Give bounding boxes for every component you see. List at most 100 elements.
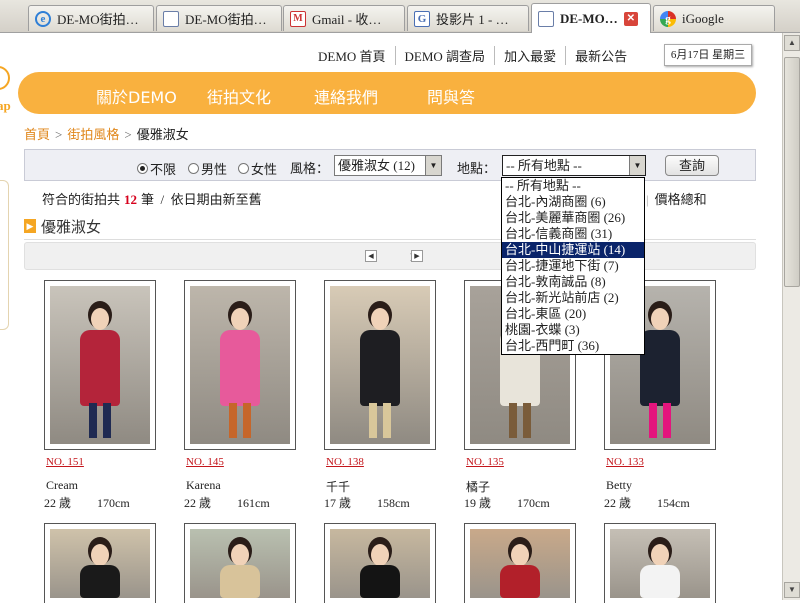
photo-scene <box>330 529 430 598</box>
card-number-link[interactable]: NO. 138 <box>326 456 364 468</box>
card-number-link[interactable]: NO. 145 <box>186 456 224 468</box>
vertical-scrollbar[interactable]: ▲ ▼ <box>782 33 800 600</box>
card-age: 22 歲 <box>604 496 632 510</box>
radio-icon[interactable] <box>238 163 249 174</box>
photo-scene <box>610 529 710 598</box>
location-option[interactable]: 台北-中山捷運站 (14) <box>502 242 644 258</box>
street-photo[interactable] <box>44 523 156 603</box>
location-option[interactable]: 桃園-衣蝶 (3) <box>502 322 644 338</box>
street-photo[interactable] <box>324 280 436 450</box>
photo-scene <box>330 286 430 444</box>
sort-price-label[interactable]: 價格總和 <box>655 192 707 207</box>
date-box: 6月17日 星期三 <box>664 44 752 66</box>
photo-scene <box>50 529 150 598</box>
query-button[interactable]: 查詢 <box>665 155 719 176</box>
location-option[interactable]: 台北-東區 (20) <box>502 306 644 322</box>
photo-scene <box>190 529 290 598</box>
scroll-up-icon[interactable]: ▲ <box>784 35 800 51</box>
location-option[interactable]: 台北-內湖商圈 (6) <box>502 194 644 210</box>
sort-option-price[interactable]: | 價格總和 <box>646 189 707 208</box>
person-outfit <box>360 330 400 407</box>
browser-tab[interactable]: G 投影片 1 - … <box>407 5 529 31</box>
street-photo[interactable] <box>44 280 156 450</box>
street-photo[interactable] <box>184 523 296 603</box>
card-name: 千千 <box>326 480 351 494</box>
card-number-link[interactable]: NO. 135 <box>466 456 504 468</box>
prev-page-icon[interactable]: ◀ <box>365 250 377 262</box>
next-page-icon[interactable]: ▶ <box>411 250 423 262</box>
breadcrumb-category[interactable]: 街拍風格 <box>67 127 119 142</box>
person-outfit <box>500 564 540 598</box>
person-legs <box>369 402 391 438</box>
card-name: Betty <box>606 478 632 492</box>
card-number-link[interactable]: NO. 133 <box>606 456 644 468</box>
location-option[interactable]: 台北-敦南誠品 (8) <box>502 274 644 290</box>
nav-street-culture[interactable]: 街拍文化 <box>207 84 271 108</box>
chevron-down-icon[interactable]: ▼ <box>425 156 441 175</box>
gmail-icon: M <box>290 10 306 27</box>
scrollbar-thumb[interactable] <box>784 57 800 287</box>
card-age: 17 歲 <box>324 496 352 510</box>
street-photo[interactable] <box>464 523 576 603</box>
breadcrumb-home[interactable]: 首頁 <box>24 127 50 142</box>
nav-about[interactable]: 關於DEMO <box>96 84 177 108</box>
location-option[interactable]: 台北-新光站前店 (2) <box>502 290 644 306</box>
left-logo-fragment: ap <box>0 60 12 600</box>
document-icon <box>538 10 554 27</box>
location-select[interactable]: -- 所有地點 -- ▼ <box>502 155 646 176</box>
card-info: 22 歲 161cm <box>184 494 270 511</box>
scroll-down-icon[interactable]: ▼ <box>784 582 800 598</box>
results-slash: / <box>160 192 165 207</box>
person-legs <box>229 402 251 438</box>
browser-tab[interactable]: M Gmail - 收… <box>283 5 405 31</box>
location-option[interactable]: 台北-美麗華商圈 (26) <box>502 210 644 226</box>
top-link-announcements[interactable]: 最新公告 <box>566 46 636 65</box>
breadcrumb-separator: > <box>124 127 132 142</box>
browser-tab-label: DE-MO街拍… <box>57 12 139 27</box>
nav-contact[interactable]: 連絡我們 <box>314 84 378 108</box>
card-name: 橘子 <box>466 480 491 494</box>
card-number-link[interactable]: NO. 151 <box>46 456 84 468</box>
person-outfit <box>640 330 680 407</box>
street-photo[interactable] <box>324 523 436 603</box>
person-head <box>651 308 669 331</box>
gender-radio-female[interactable]: 女性 <box>238 159 277 178</box>
style-select[interactable]: 優雅淑女 (12) ▼ <box>334 155 442 176</box>
person-legs <box>509 402 531 438</box>
location-option[interactable]: -- 所有地點 -- <box>502 178 644 194</box>
browser-tab[interactable]: g iGoogle <box>653 5 775 31</box>
browser-tab-label: DE-MO街拍… <box>185 12 267 27</box>
arrow-right-icon: ▶ <box>24 219 36 233</box>
breadcrumb: 首頁 > 街拍風格 > 優雅淑女 <box>24 124 189 143</box>
section-title: 優雅淑女 <box>41 220 102 236</box>
top-link-home[interactable]: DEMO 首頁 <box>318 46 396 65</box>
radio-icon[interactable] <box>137 163 148 174</box>
gender-radio-any[interactable]: 不限 <box>137 159 176 178</box>
gender-radio-male[interactable]: 男性 <box>188 159 227 178</box>
person-outfit <box>220 330 260 407</box>
radio-icon[interactable] <box>188 163 199 174</box>
location-option[interactable]: 台北-西門町 (36) <box>502 338 644 354</box>
radio-label: 女性 <box>251 162 278 177</box>
street-photo[interactable] <box>184 280 296 450</box>
person-outfit <box>360 564 400 598</box>
location-option[interactable]: 台北-信義商圈 (31) <box>502 226 644 242</box>
sort-order[interactable]: 依日期由新至舊 <box>171 192 262 207</box>
photo-scene <box>50 286 150 444</box>
location-option[interactable]: 台北-捷運地下街 (7) <box>502 258 644 274</box>
close-tab-icon[interactable]: ✕ <box>623 11 638 26</box>
top-link-investigation[interactable]: DEMO 調查局 <box>396 46 496 65</box>
card-age: 22 歲 <box>184 496 212 510</box>
browser-tab-active[interactable]: DE-MO… ✕ <box>531 3 651 33</box>
style-label: 風格： <box>290 161 330 176</box>
street-photo[interactable] <box>604 523 716 603</box>
browser-tab[interactable]: DE-MO街拍… <box>156 5 282 31</box>
card-name: Karena <box>186 478 221 492</box>
radio-label: 男性 <box>201 162 228 177</box>
chevron-down-icon[interactable]: ▼ <box>629 156 645 175</box>
nav-faq[interactable]: 問與答 <box>427 84 475 108</box>
top-link-favorite[interactable]: 加入最愛 <box>495 46 567 65</box>
google-icon: g <box>660 10 676 27</box>
pager: ◀ 1 ▶ <box>24 242 756 270</box>
browser-tab[interactable]: e DE-MO街拍… <box>28 5 154 31</box>
